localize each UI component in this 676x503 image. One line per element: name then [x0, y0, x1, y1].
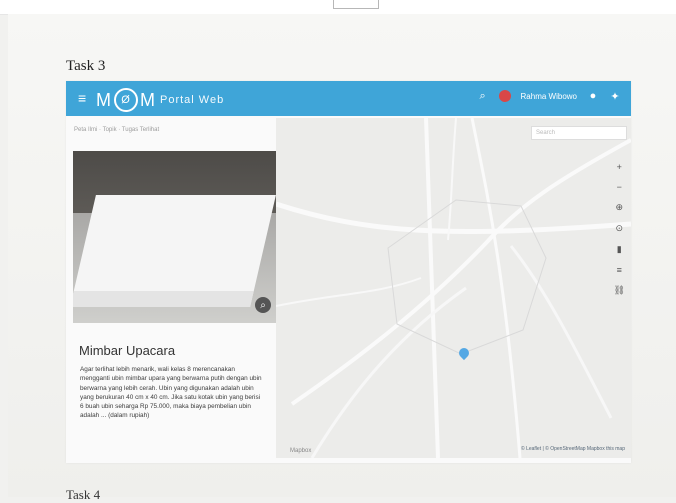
top-strip-box: [333, 0, 379, 9]
item-title: Mimbar Upacara: [79, 343, 176, 358]
map-search-input[interactable]: Search: [531, 126, 627, 140]
map-panel[interactable]: Search + − ⊕ ⊙ ▮ ≡ ⛓ Mapbox © Leaflet | …: [276, 118, 631, 458]
link-button[interactable]: ⛓: [614, 285, 625, 296]
captured-screen: ≡ M Ø M Portal Web ⌕ Rahma Wibowo ● ✦ Pe…: [66, 81, 631, 463]
bookmark-button[interactable]: ▮: [614, 244, 625, 255]
brand-badge-text: Ø: [121, 94, 131, 106]
zoom-icon[interactable]: ⌕: [255, 297, 271, 313]
search-icon[interactable]: ⌕: [477, 90, 489, 102]
locate-button[interactable]: ⊕: [614, 202, 625, 213]
map-attribution: © Leaflet | © OpenStreetMap Mapbox this …: [521, 446, 625, 452]
hamburger-icon: ≡: [78, 90, 87, 106]
podium-photo: ⌕: [73, 151, 279, 323]
map-controls: + − ⊕ ⊙ ▮ ≡ ⛓: [614, 162, 625, 296]
breadcrumb[interactable]: Peta Ilmi · Topik · Tugas Terlihat: [74, 127, 159, 133]
top-navigation: ≡ M Ø M Portal Web ⌕ Rahma Wibowo ● ✦: [66, 81, 631, 116]
username[interactable]: Rahma Wibowo: [521, 92, 577, 101]
zoom-out-button[interactable]: −: [614, 182, 625, 192]
user-icon[interactable]: ●: [587, 90, 599, 102]
map-roads: [276, 118, 631, 458]
nav-right-group: ⌕ Rahma Wibowo ● ✦: [477, 90, 621, 103]
brand-subtitle: Portal Web: [160, 94, 225, 106]
zoom-in-button[interactable]: +: [614, 162, 625, 172]
white-podium-shape: [73, 195, 276, 307]
task-title-top: Task 3: [66, 58, 106, 74]
task-title-bottom: Task 4: [66, 487, 101, 502]
item-description: Agar terlihat lebih menarik, wali kelas …: [80, 366, 262, 420]
top-strip: [0, 0, 676, 15]
notification-avatar[interactable]: [498, 90, 511, 102]
list-button[interactable]: ≡: [614, 265, 625, 275]
brand-logo[interactable]: M Ø M Portal Web: [96, 88, 224, 112]
brand-badge: Ø: [114, 88, 138, 112]
layers-button[interactable]: ⊙: [614, 223, 625, 234]
settings-icon[interactable]: ✦: [609, 90, 621, 103]
menu-button[interactable]: ≡: [78, 90, 86, 106]
map-logo: Mapbox: [290, 448, 312, 454]
brand-mark-right: M: [140, 89, 156, 110]
brand-mark-left: M: [96, 89, 112, 110]
